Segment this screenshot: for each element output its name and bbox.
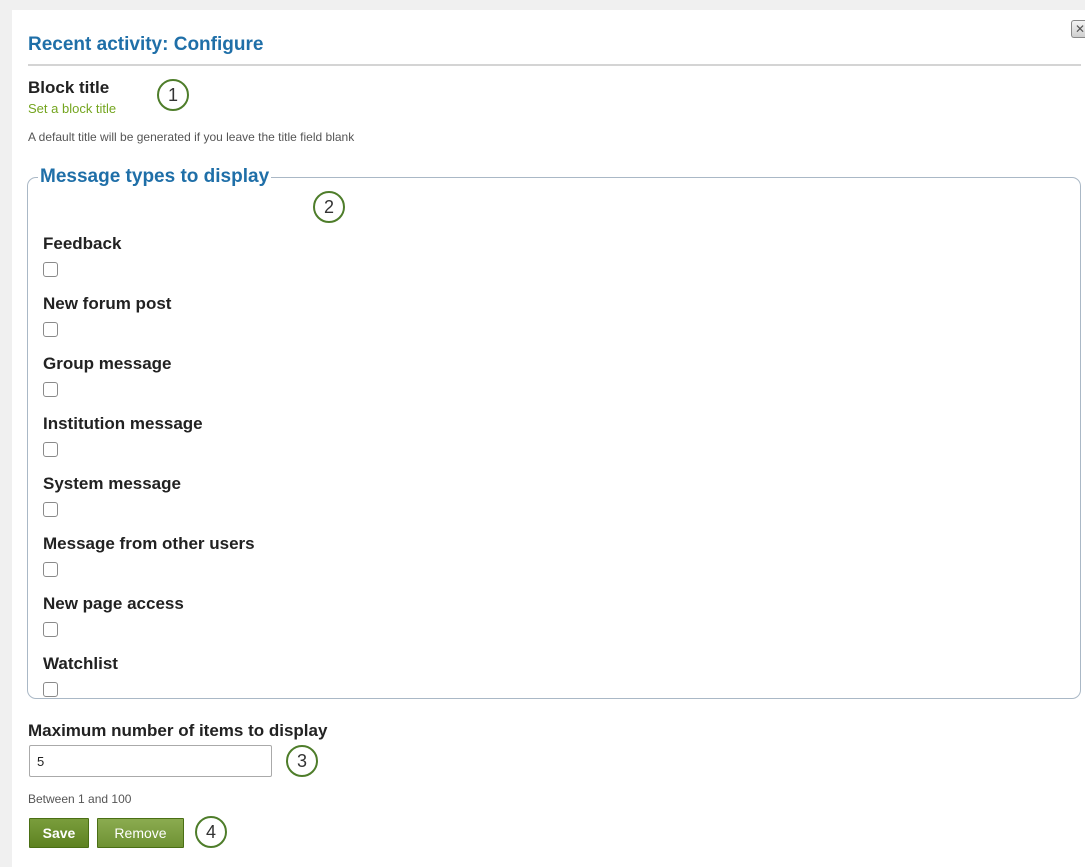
- message-type-label: Group message: [43, 354, 172, 373]
- max-items-help: Between 1 and 100: [28, 792, 132, 806]
- message-type-label: Feedback: [43, 234, 122, 253]
- message-type-checkbox[interactable]: [43, 262, 58, 277]
- message-type-option: New forum post: [43, 292, 255, 352]
- message-type-label: New forum post: [43, 294, 172, 313]
- dialog-title: Recent activity: Configure: [28, 34, 264, 55]
- title-divider: [28, 64, 1081, 66]
- max-items-input[interactable]: [29, 745, 272, 777]
- message-type-option: Group message: [43, 352, 255, 412]
- callout-3: 3: [286, 745, 318, 777]
- max-items-label: Maximum number of items to display: [28, 721, 328, 740]
- block-title-help: A default title will be generated if you…: [28, 130, 355, 144]
- close-button[interactable]: ✕: [1071, 20, 1085, 38]
- block-title-label: Block title: [28, 78, 110, 97]
- message-type-option: Watchlist: [43, 652, 255, 712]
- message-type-option: System message: [43, 472, 255, 532]
- message-type-checkbox[interactable]: [43, 382, 58, 397]
- close-icon: ✕: [1075, 22, 1085, 36]
- message-type-label: New page access: [43, 594, 184, 613]
- message-type-option: New page access: [43, 592, 255, 652]
- save-button[interactable]: Save: [29, 818, 89, 848]
- callout-2: 2: [313, 191, 345, 223]
- message-types-legend: Message types to display: [40, 166, 270, 187]
- message-type-option: Message from other users: [43, 532, 255, 592]
- callout-4: 4: [195, 816, 227, 848]
- message-type-checkbox[interactable]: [43, 682, 58, 697]
- message-type-checkbox[interactable]: [43, 442, 58, 457]
- message-types-options: Feedback New forum post Group message Insti…: [43, 232, 255, 712]
- message-type-label: Watchlist: [43, 654, 118, 673]
- message-type-checkbox[interactable]: [43, 562, 58, 577]
- message-type-option: Feedback: [43, 232, 255, 292]
- message-type-checkbox[interactable]: [43, 502, 58, 517]
- message-type-label: System message: [43, 474, 181, 493]
- message-type-checkbox[interactable]: [43, 322, 58, 337]
- message-type-label: Institution message: [43, 414, 203, 433]
- message-type-label: Message from other users: [43, 534, 255, 553]
- message-type-option: Institution message: [43, 412, 255, 472]
- set-block-title-link[interactable]: Set a block title: [28, 101, 116, 116]
- remove-button[interactable]: Remove: [97, 818, 184, 848]
- callout-1: 1: [157, 79, 189, 111]
- page: ✕ Recent activity: Configure Block title…: [0, 0, 1085, 867]
- message-type-checkbox[interactable]: [43, 622, 58, 637]
- message-types-fieldset: Message types to display Feedback New for…: [27, 166, 1081, 699]
